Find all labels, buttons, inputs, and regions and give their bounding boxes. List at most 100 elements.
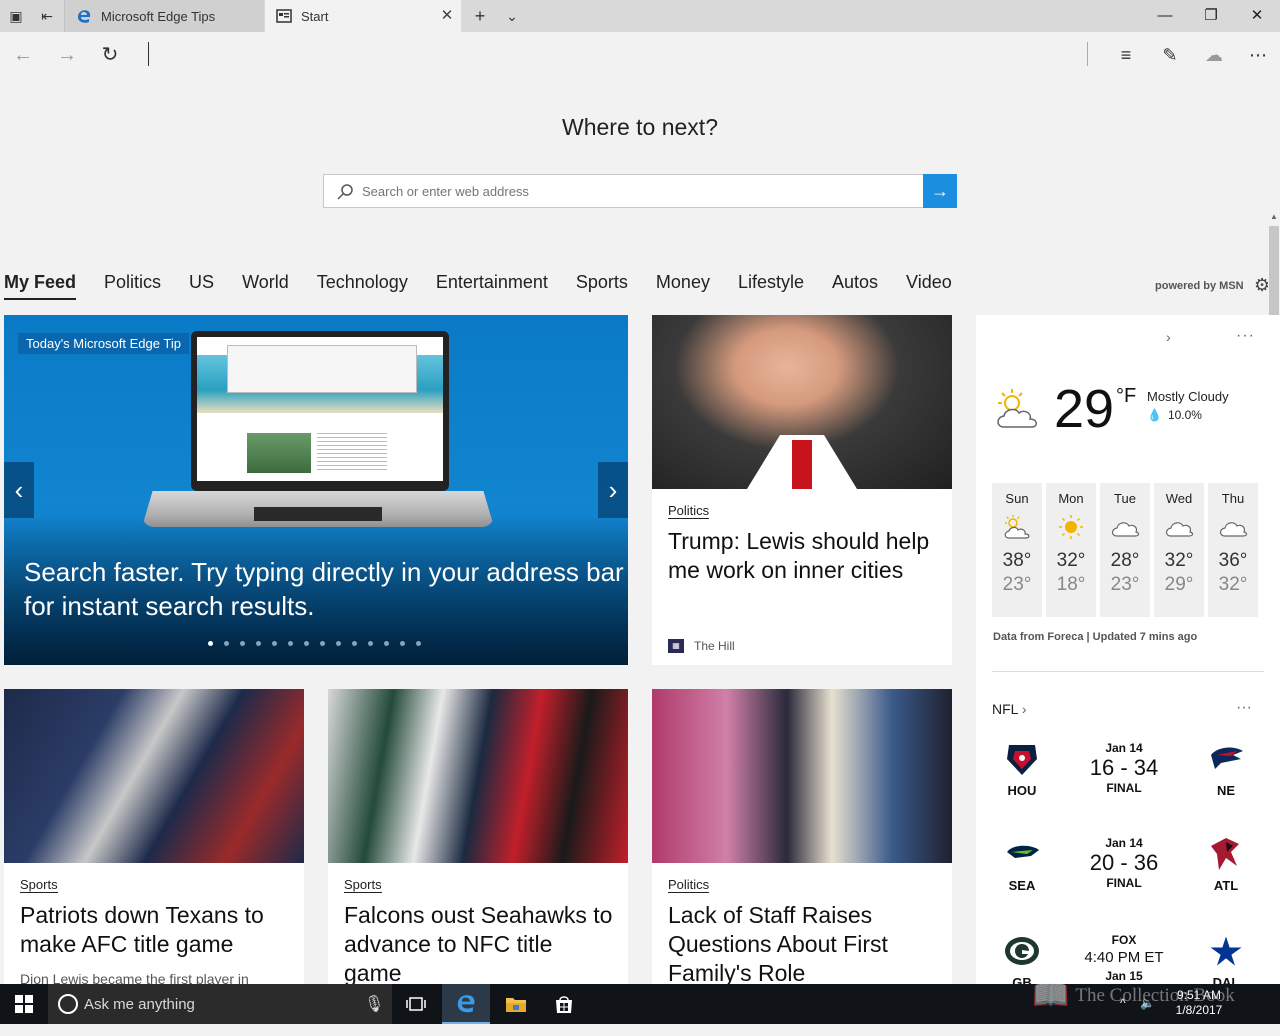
carousel-prev-icon[interactable]: ‹ — [4, 462, 34, 518]
cortana-search[interactable]: Ask me anything 🎙 — [48, 984, 392, 1024]
category-politics[interactable]: Politics — [104, 272, 161, 300]
carousel-dot[interactable] — [384, 641, 389, 646]
set-aside-tabs-icon[interactable]: ⇤ — [37, 6, 57, 26]
category-us[interactable]: US — [189, 272, 214, 300]
carousel-dot[interactable] — [304, 641, 309, 646]
partly-cloudy-icon — [992, 387, 1044, 431]
forecast-day[interactable]: Mon 32° 18° — [1046, 483, 1096, 617]
category-tag[interactable]: Politics — [668, 877, 710, 893]
category-lifestyle[interactable]: Lifestyle — [738, 272, 804, 300]
forecast-day[interactable]: Thu 36° 32° — [1208, 483, 1258, 617]
nfl-title[interactable]: NFL › — [992, 701, 1027, 717]
store-icon[interactable] — [540, 984, 588, 1024]
temperature-unit[interactable]: °F — [1116, 385, 1136, 408]
minimize-icon[interactable]: — — [1142, 0, 1188, 32]
news-card[interactable]: Politics Trump: Lewis should help me wor… — [652, 315, 952, 665]
carousel-dot[interactable] — [256, 641, 261, 646]
windows-start-icon[interactable] — [0, 984, 48, 1024]
back-icon[interactable]: ← — [8, 40, 38, 70]
card-title[interactable]: Trump: Lewis should help me work on inne… — [668, 527, 938, 585]
game-row[interactable]: SEA Jan 14 20 - 36 FINAL ATL — [976, 836, 1280, 916]
category-video[interactable]: Video — [906, 272, 952, 300]
carousel-dot[interactable] — [368, 641, 373, 646]
category-my-feed[interactable]: My Feed — [4, 272, 77, 300]
category-autos[interactable]: Autos — [832, 272, 878, 300]
carousel-dot[interactable] — [336, 641, 341, 646]
game-row[interactable]: HOU Jan 14 16 - 34 FINAL NE — [976, 741, 1280, 821]
microphone-icon[interactable]: 🎙 — [364, 994, 384, 1014]
texans-logo-icon — [1003, 741, 1041, 777]
raindrop-icon: 💧 — [1147, 408, 1162, 422]
news-image — [652, 315, 952, 489]
carousel-dot[interactable] — [240, 641, 245, 646]
scroll-up-icon[interactable]: ▲ — [1268, 212, 1280, 224]
category-tag[interactable]: Sports — [344, 877, 382, 893]
tab-microsoft-edge-tips[interactable]: Microsoft Edge Tips — [64, 0, 264, 32]
carousel-dot[interactable] — [208, 641, 213, 646]
powered-by-label: powered by MSN — [1155, 280, 1244, 292]
carousel-caption[interactable]: Search faster. Try typing directly in yo… — [24, 555, 624, 623]
game-date: Jan 14 — [1105, 741, 1143, 755]
close-tab-icon[interactable]: ✕ — [439, 8, 455, 24]
carousel-dot[interactable] — [224, 641, 229, 646]
file-explorer-icon[interactable] — [492, 984, 540, 1024]
chevron-right-icon[interactable]: › — [1166, 329, 1171, 345]
search-box[interactable]: → — [323, 174, 957, 208]
more-options-icon[interactable]: ··· — [1236, 699, 1252, 717]
forecast-high: 32° — [1056, 550, 1086, 571]
category-money[interactable]: Money — [656, 272, 710, 300]
carousel-next-icon[interactable]: › — [598, 462, 628, 518]
address-bar-caret[interactable] — [148, 42, 149, 66]
chevron-down-icon[interactable]: ⌄ — [502, 6, 522, 26]
more-icon[interactable]: ⋯ — [1243, 40, 1273, 70]
forward-icon[interactable]: → — [52, 40, 82, 70]
tab-title: Start — [301, 8, 329, 24]
team-abbr: HOU — [1007, 783, 1037, 798]
game-date: Jan 14 — [1105, 836, 1143, 850]
carousel-dot[interactable] — [288, 641, 293, 646]
forecast-day[interactable]: Sun 38° 23° — [992, 483, 1042, 617]
go-arrow-icon[interactable]: → — [923, 174, 957, 208]
carousel-dot[interactable] — [416, 641, 421, 646]
share-icon[interactable]: ☁ — [1199, 40, 1229, 70]
cloudy-icon — [1110, 514, 1140, 540]
carousel-dot[interactable] — [400, 641, 405, 646]
carousel-dot[interactable] — [272, 641, 277, 646]
forecast-low: 32° — [1218, 574, 1248, 595]
card-title[interactable]: Lack of Staff Raises Questions About Fir… — [668, 901, 938, 984]
category-entertainment[interactable]: Entertainment — [436, 272, 548, 300]
category-tag[interactable]: Politics — [668, 503, 710, 519]
hub-icon[interactable]: ≡ — [1111, 40, 1141, 70]
tab-start[interactable]: Start ✕ — [265, 0, 461, 32]
carousel-dot[interactable] — [352, 641, 357, 646]
card-title[interactable]: Falcons oust Seahawks to advance to NFC … — [344, 901, 614, 984]
team-home: SEA — [992, 836, 1052, 893]
task-view-icon[interactable] — [392, 984, 440, 1024]
carousel-dot[interactable] — [320, 641, 325, 646]
forecast-day[interactable]: Tue 28° 23° — [1100, 483, 1150, 617]
tab-actions-icon[interactable]: ▣ — [6, 6, 26, 26]
game-status: FINAL — [1106, 876, 1142, 890]
game-network: FOX — [1111, 933, 1137, 947]
news-card[interactable]: Sports Patriots down Texans to make AFC … — [4, 689, 304, 984]
start-page-icon — [275, 8, 293, 24]
news-card[interactable]: Sports Falcons oust Seahawks to advance … — [328, 689, 628, 984]
search-input[interactable] — [362, 181, 912, 201]
edge-taskbar-icon[interactable] — [442, 984, 490, 1024]
new-tab-icon[interactable]: + — [470, 6, 490, 26]
card-title[interactable]: Patriots down Texans to make AFC title g… — [20, 901, 290, 959]
news-card[interactable]: Politics Lack of Staff Raises Questions … — [652, 689, 952, 984]
tip-carousel[interactable]: Today's Microsoft Edge Tip ‹ › Search fa… — [4, 315, 628, 665]
category-world[interactable]: World — [242, 272, 289, 300]
category-technology[interactable]: Technology — [317, 272, 408, 300]
more-options-icon[interactable]: ··· — [1236, 327, 1255, 345]
web-note-icon[interactable]: ✎ — [1155, 40, 1185, 70]
category-tag[interactable]: Sports — [20, 877, 58, 893]
search-icon — [336, 183, 354, 201]
forecast-day[interactable]: Wed 32° 29° — [1154, 483, 1204, 617]
restore-icon[interactable]: ❐ — [1188, 0, 1234, 32]
refresh-icon[interactable]: ↻ — [95, 40, 125, 70]
close-window-icon[interactable]: ✕ — [1234, 0, 1280, 32]
category-sports[interactable]: Sports — [576, 272, 628, 300]
source-name: The Hill — [694, 639, 735, 653]
